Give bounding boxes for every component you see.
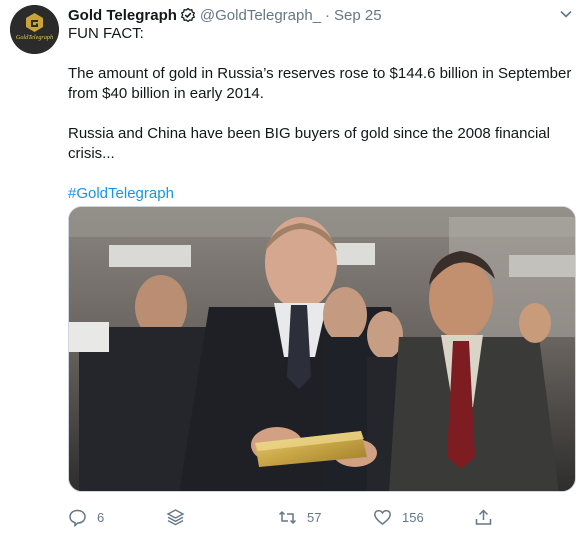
heart-icon [374, 509, 391, 525]
avatar-logo-text: GoldTelegraph [16, 34, 53, 41]
share-icon [475, 508, 492, 525]
share-button[interactable] [474, 506, 493, 528]
reply-count: 6 [97, 509, 105, 525]
tweet-photo[interactable] [68, 206, 576, 492]
tweet-date[interactable]: Sep 25 [334, 7, 382, 24]
reply-button[interactable]: 6 [68, 506, 104, 528]
reply-icon [69, 509, 86, 527]
retweet-count: 57 [307, 509, 322, 525]
stack-icon [166, 508, 185, 525]
verified-badge-icon [180, 8, 195, 22]
gold-telegraph-logo: GoldTelegraph [10, 5, 59, 54]
photo-illustration [69, 207, 575, 491]
author-name[interactable]: Gold Telegraph [68, 7, 177, 24]
stack-button[interactable] [166, 506, 185, 528]
tweet-card[interactable]: GoldTelegraph Gold Telegraph @GoldTelegr… [0, 0, 586, 535]
tweet-line-1: FUN FACT: [68, 25, 144, 42]
retweet-icon [278, 510, 297, 524]
author-handle[interactable]: @GoldTelegraph_ [200, 7, 321, 24]
retweet-button[interactable]: 57 [278, 506, 321, 528]
hashtag-link[interactable]: #GoldTelegraph [68, 185, 174, 202]
action-bar: 6 57 156 [68, 506, 508, 528]
like-button[interactable]: 156 [373, 506, 424, 528]
like-count: 156 [402, 509, 424, 525]
tweet-header: Gold Telegraph @GoldTelegraph_ · Sep 25 [68, 5, 382, 25]
avatar[interactable]: GoldTelegraph [10, 5, 59, 54]
header-separator: · [325, 6, 331, 24]
tweet-line-2: The amount of gold in Russia’s reserves … [68, 65, 572, 102]
tweet-text: FUN FACT: The amount of gold in Russia’s… [68, 24, 573, 204]
chevron-down-icon[interactable] [558, 6, 574, 22]
tweet-line-3: Russia and China have been BIG buyers of… [68, 125, 550, 162]
